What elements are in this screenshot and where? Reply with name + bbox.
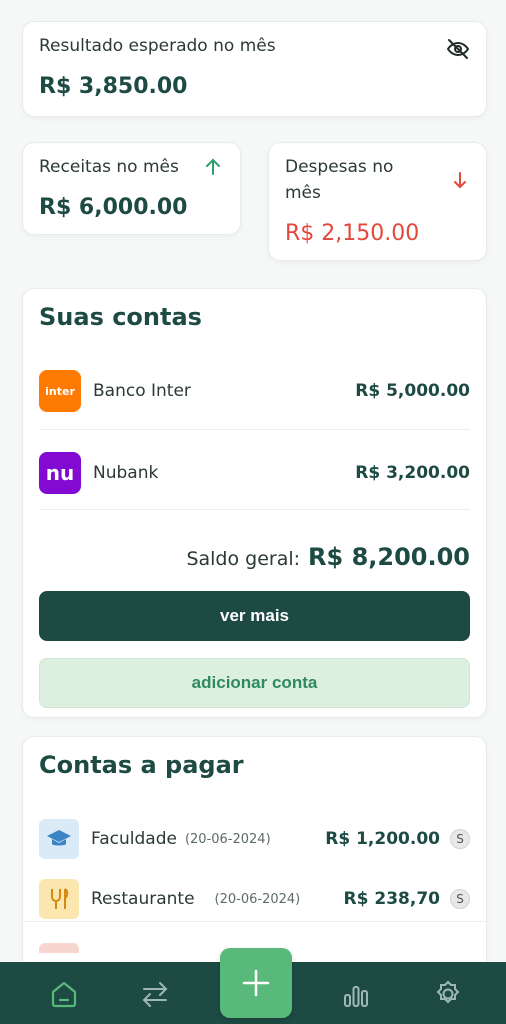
bill-date: (20-06-2024) xyxy=(184,831,271,847)
plus-icon xyxy=(242,969,270,997)
arrow-up-icon xyxy=(201,155,225,179)
divider xyxy=(23,921,486,922)
home-icon[interactable] xyxy=(46,976,82,1012)
coin-icon: S xyxy=(450,889,470,909)
account-value: R$ 3,200.00 xyxy=(355,463,470,483)
account-value: R$ 5,000.00 xyxy=(355,381,470,401)
total-balance: Saldo geral: R$ 8,200.00 xyxy=(186,543,470,571)
income-card: Receitas no mês R$ 6,000.00 xyxy=(22,142,241,235)
nubank-logo: nu xyxy=(39,452,81,494)
transfer-icon[interactable] xyxy=(137,976,173,1012)
bill-row-restaurante[interactable]: Restaurante (20-06-2024) R$ 238,70 S xyxy=(23,871,486,927)
result-label: Resultado esperado no mês xyxy=(39,36,276,56)
account-name: Banco Inter xyxy=(93,381,191,401)
account-name: Nubank xyxy=(93,463,159,483)
settings-icon[interactable] xyxy=(430,976,466,1012)
restaurant-icon xyxy=(39,879,79,919)
expense-value: R$ 2,150.00 xyxy=(285,221,420,246)
divider xyxy=(39,509,470,510)
arrow-down-icon xyxy=(449,169,471,191)
chart-icon[interactable] xyxy=(338,976,374,1012)
inter-logo: inter xyxy=(39,370,81,412)
income-value: R$ 6,000.00 xyxy=(39,195,188,220)
result-value: R$ 3,850.00 xyxy=(39,74,188,99)
accounts-card: Suas contas inter Banco Inter R$ 5,000.0… xyxy=(22,288,487,718)
income-label: Receitas no mês xyxy=(39,157,179,177)
expense-label-line2: mês xyxy=(285,183,321,203)
expense-label-line1: Despesas no xyxy=(285,157,394,177)
divider xyxy=(39,429,470,430)
accounts-title: Suas contas xyxy=(39,303,202,331)
bill-row-faculdade[interactable]: Faculdade (20-06-2024) R$ 1,200.00 S xyxy=(23,811,486,867)
eye-off-icon[interactable] xyxy=(443,34,473,64)
bill-name: Faculdade xyxy=(91,829,177,849)
expense-card: Despesas no mês R$ 2,150.00 xyxy=(268,142,487,261)
total-value: R$ 8,200.00 xyxy=(308,543,470,571)
graduation-cap-icon xyxy=(39,819,79,859)
bill-name: Restaurante xyxy=(91,889,195,909)
bill-date: (20-06-2024) xyxy=(214,891,301,907)
result-card: Resultado esperado no mês R$ 3,850.00 xyxy=(22,21,487,117)
account-row-nubank[interactable]: nu Nubank R$ 3,200.00 xyxy=(23,435,486,511)
total-label: Saldo geral: xyxy=(186,548,301,570)
bills-title: Contas a pagar xyxy=(39,751,244,779)
coin-icon: S xyxy=(450,829,470,849)
add-fab-button[interactable] xyxy=(220,948,292,1018)
bills-card: Contas a pagar Faculdade (20-06-2024) R$… xyxy=(22,736,487,976)
add-account-button[interactable]: adicionar conta xyxy=(39,658,470,708)
bill-icon-partial xyxy=(39,943,79,953)
bill-value: R$ 1,200.00 xyxy=(325,829,440,849)
account-row-inter[interactable]: inter Banco Inter R$ 5,000.00 xyxy=(23,353,486,429)
bill-value: R$ 238,70 xyxy=(343,889,440,909)
see-more-button[interactable]: ver mais xyxy=(39,591,470,641)
